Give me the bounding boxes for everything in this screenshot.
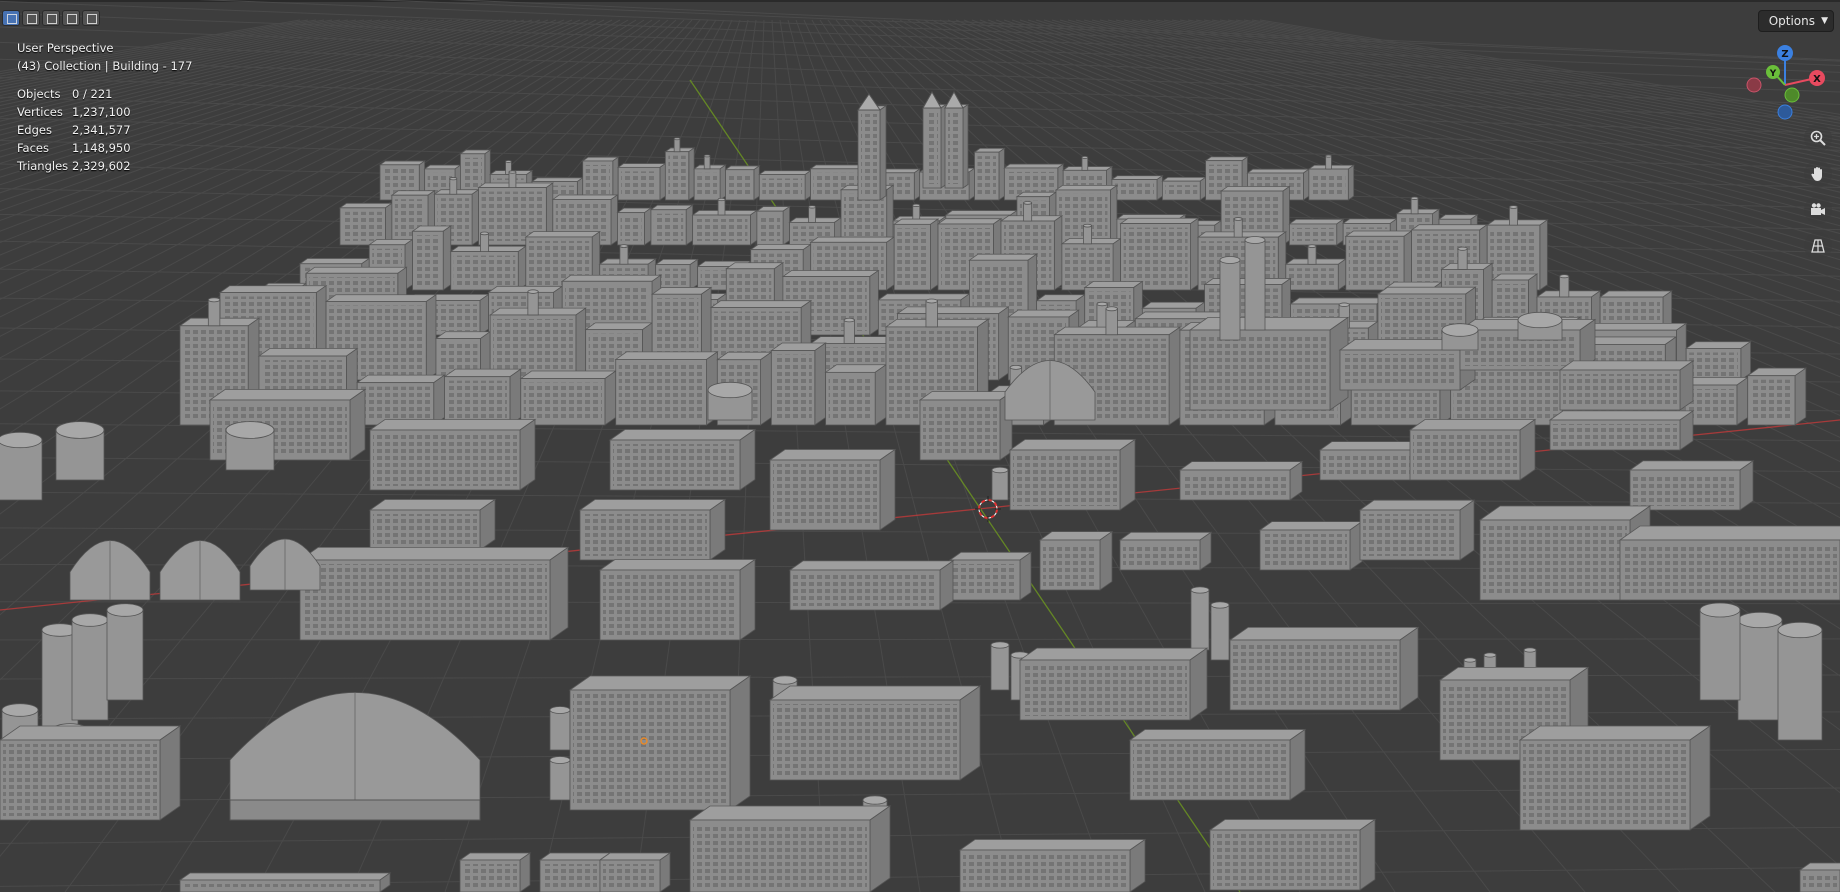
stat-row: Faces 1,148,950: [17, 139, 192, 157]
stat-label: Objects: [17, 87, 61, 101]
camera-icon[interactable]: [1804, 196, 1832, 224]
grid-ortho-icon[interactable]: [1804, 232, 1832, 260]
3d-viewport[interactable]: User Perspective (43) Collection | Build…: [0, 0, 1840, 892]
stat-value: 2,329,602: [72, 159, 131, 173]
select-mode-toolbar: [2, 10, 100, 26]
gizmo-x-axis[interactable]: X: [1809, 70, 1825, 86]
stat-label: Faces: [17, 141, 49, 155]
stat-row: Edges 2,341,577: [17, 121, 192, 139]
city-scene[interactable]: [0, 0, 1840, 892]
active-object-label: (43) Collection | Building - 177: [17, 59, 193, 73]
select-box-icon[interactable]: [2, 10, 20, 26]
select-intersect-icon[interactable]: [82, 10, 100, 26]
navigation-gizmo[interactable]: Z X Y: [1740, 40, 1830, 130]
gizmo-y-label: Y: [1769, 69, 1777, 79]
select-extend-icon[interactable]: [22, 10, 40, 26]
select-subtract-icon[interactable]: [42, 10, 60, 26]
gizmo-x-label: X: [1813, 74, 1821, 85]
stat-row: Objects 0 / 221: [17, 85, 192, 103]
zoom-icon[interactable]: [1804, 124, 1832, 152]
stat-row: Triangles 2,329,602: [17, 157, 192, 175]
gizmo-y-axis[interactable]: Y: [1766, 65, 1780, 79]
scene-statistics: Objects 0 / 221 Vertices 1,237,100 Edges…: [17, 85, 192, 175]
stat-value: 1,148,950: [72, 141, 131, 155]
options-dropdown[interactable]: Options ▼: [1757, 10, 1834, 32]
select-invert-icon[interactable]: [62, 10, 80, 26]
hand-pan-icon[interactable]: [1804, 160, 1832, 188]
viewport-overlay-text: User Perspective (43) Collection | Build…: [17, 39, 192, 175]
stat-label: Vertices: [17, 105, 63, 119]
view-name: User Perspective: [17, 41, 114, 55]
chevron-down-icon: ▼: [1821, 16, 1828, 26]
buildings-collection[interactable]: [0, 90, 1840, 892]
gizmo-z-label: Z: [1781, 49, 1788, 60]
options-label: Options: [1768, 14, 1815, 28]
stat-row: Vertices 1,237,100: [17, 103, 192, 121]
stat-value: 1,237,100: [72, 105, 131, 119]
stat-value: 0 / 221: [72, 87, 113, 101]
viewport-navigation-tools: [1804, 124, 1832, 260]
stat-label: Triangles: [17, 159, 69, 173]
stat-label: Edges: [17, 123, 52, 137]
gizmo-z-axis[interactable]: Z: [1777, 45, 1793, 61]
stat-value: 2,341,577: [72, 123, 131, 137]
